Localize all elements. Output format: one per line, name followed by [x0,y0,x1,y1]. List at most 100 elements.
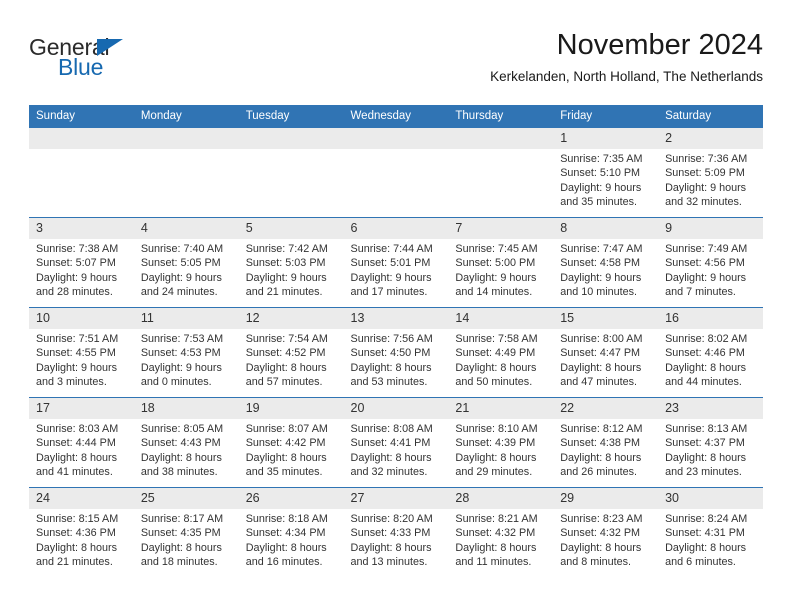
day-sun-info: Sunrise: 7:44 AM Sunset: 5:01 PM Daylight:… [344,239,449,300]
day-daylight1-text: Daylight: 8 hours [245,361,327,374]
weekday-header-monday: Monday [133,105,239,128]
calendar-day-cell[interactable]: 27 Sunrise: 8:20 AM Sunset: 4:33 PM Dayligh… [343,487,449,577]
day-sunset-text: Sunset: 4:39 PM [455,437,536,450]
calendar-day-cell[interactable]: 10 Sunrise: 7:51 AM Sunset: 4:55 PM Dayligh… [29,307,134,398]
calendar-day-cell[interactable]: 11 Sunrise: 7:53 AM Sunset: 4:53 PM Dayligh… [133,307,239,398]
calendar-day-cell[interactable]: 8 Sunrise: 7:47 AM Sunset: 4:58 PM Daylight… [553,217,659,308]
day-sun-info: Sunrise: 8:03 AM Sunset: 4:44 PM Daylight:… [29,419,134,480]
calendar-day-cell[interactable]: 13 Sunrise: 7:56 AM Sunset: 4:50 PM Dayligh… [343,307,449,398]
calendar-day-cell[interactable]: 12 Sunrise: 7:54 AM Sunset: 4:52 PM Dayligh… [238,307,344,398]
calendar-day-cell[interactable]: 28 Sunrise: 8:21 AM Sunset: 4:32 PM Dayligh… [448,487,554,577]
page-title: November 2024 [556,29,763,61]
day-number: 22 [553,398,659,419]
day-daylight1-text: Daylight: 8 hours [665,361,747,374]
day-sunset-text: Sunset: 5:09 PM [665,167,745,180]
day-sunset-text: Sunset: 5:03 PM [245,257,326,270]
day-number: 7 [448,218,554,239]
day-number: 13 [343,308,449,329]
day-sun-info: Sunrise: 7:51 AM Sunset: 4:55 PM Daylight:… [29,329,134,390]
calendar-day-cell[interactable]: 25 Sunrise: 8:17 AM Sunset: 4:35 PM Dayligh… [133,487,239,577]
calendar-day-cell[interactable]: 16 Sunrise: 8:02 AM Sunset: 4:46 PM Dayligh… [658,307,763,398]
day-sunrise-text: Sunrise: 8:18 AM [245,513,328,525]
day-daylight1-text: Daylight: 8 hours [665,451,747,464]
day-sun-info: Sunrise: 7:35 AM Sunset: 5:10 PM Daylight:… [553,149,658,210]
day-daylight2-text: and 8 minutes. [560,556,632,569]
calendar-week-row: 3 Sunrise: 7:38 AM Sunset: 5:07 PM Daylight… [29,217,763,308]
calendar-day-cell-empty [448,128,554,218]
calendar-day-cell[interactable]: 30 Sunrise: 8:24 AM Sunset: 4:31 PM Dayligh… [658,487,763,577]
day-number [29,128,134,149]
calendar-day-cell[interactable]: 20 Sunrise: 8:08 AM Sunset: 4:41 PM Dayligh… [343,397,449,488]
calendar-day-cell[interactable]: 2 Sunrise: 7:36 AM Sunset: 5:09 PM Daylight… [658,128,763,218]
day-daylight1-text: Daylight: 8 hours [560,361,642,374]
day-sunrise-text: Sunrise: 7:40 AM [140,243,224,255]
calendar-day-cell[interactable]: 17 Sunrise: 8:03 AM Sunset: 4:44 PM Dayligh… [29,397,134,488]
sunrise-sunset-calendar: Sunday Monday Tuesday Wednesday Thursday… [29,105,763,577]
day-daylight1-text: Daylight: 8 hours [350,451,432,464]
day-sun-info: Sunrise: 8:24 AM Sunset: 4:31 PM Daylight:… [658,509,763,570]
day-daylight1-text: Daylight: 8 hours [36,451,118,464]
day-daylight2-text: and 13 minutes. [350,556,428,569]
day-daylight2-text: and 3 minutes. [36,376,107,389]
day-sun-info: Sunrise: 8:15 AM Sunset: 4:36 PM Daylight:… [29,509,134,570]
day-sun-info: Sunrise: 8:05 AM Sunset: 4:43 PM Daylight:… [134,419,239,480]
day-number: 19 [238,398,344,419]
day-sun-info: Sunrise: 8:10 AM Sunset: 4:39 PM Daylight:… [448,419,553,480]
day-daylight2-text: and 23 minutes. [665,466,742,479]
day-number [238,128,344,149]
day-number: 15 [553,308,659,329]
calendar-day-cell[interactable]: 29 Sunrise: 8:23 AM Sunset: 4:32 PM Dayligh… [553,487,659,577]
day-daylight2-text: and 6 minutes. [665,556,736,569]
calendar-day-cell[interactable]: 18 Sunrise: 8:05 AM Sunset: 4:43 PM Dayligh… [133,397,239,488]
calendar-day-cell[interactable]: 26 Sunrise: 8:18 AM Sunset: 4:34 PM Dayligh… [238,487,344,577]
calendar-day-cell[interactable]: 3 Sunrise: 7:38 AM Sunset: 5:07 PM Daylight… [29,217,134,308]
day-number: 2 [658,128,763,149]
calendar-day-cell[interactable]: 9 Sunrise: 7:49 AM Sunset: 4:56 PM Daylight… [658,217,763,308]
day-daylight1-text: Daylight: 8 hours [245,541,327,554]
calendar-day-cell[interactable]: 24 Sunrise: 8:15 AM Sunset: 4:36 PM Dayligh… [29,487,134,577]
day-sun-info: Sunrise: 8:20 AM Sunset: 4:33 PM Daylight:… [344,509,449,570]
calendar-day-cell[interactable]: 15 Sunrise: 8:00 AM Sunset: 4:47 PM Dayligh… [553,307,659,398]
day-number: 18 [133,398,239,419]
day-sunset-text: Sunset: 4:38 PM [560,437,641,450]
day-sun-info: Sunrise: 7:47 AM Sunset: 4:58 PM Daylight:… [553,239,658,300]
calendar-day-cell[interactable]: 19 Sunrise: 8:07 AM Sunset: 4:42 PM Dayligh… [238,397,344,488]
day-sunset-text: Sunset: 4:56 PM [665,257,745,270]
day-sunset-text: Sunset: 4:52 PM [245,347,326,360]
day-sunrise-text: Sunrise: 7:53 AM [140,333,224,345]
calendar-day-cell[interactable]: 22 Sunrise: 8:12 AM Sunset: 4:38 PM Dayligh… [553,397,659,488]
day-number [133,128,239,149]
day-sunrise-text: Sunrise: 8:15 AM [36,513,119,525]
day-number: 16 [658,308,763,329]
day-sunrise-text: Sunrise: 7:54 AM [245,333,328,345]
day-sunset-text: Sunset: 4:46 PM [665,347,745,360]
day-number: 27 [343,488,449,509]
day-sunrise-text: Sunrise: 7:38 AM [36,243,119,255]
day-daylight1-text: Daylight: 8 hours [455,451,537,464]
calendar-day-cell[interactable]: 1 Sunrise: 7:35 AM Sunset: 5:10 PM Daylight… [553,128,659,218]
calendar-day-cell[interactable]: 7 Sunrise: 7:45 AM Sunset: 5:00 PM Daylight… [448,217,554,308]
day-number: 9 [658,218,763,239]
day-sunset-text: Sunset: 4:49 PM [455,347,536,360]
day-sun-info: Sunrise: 8:18 AM Sunset: 4:34 PM Daylight:… [239,509,344,570]
day-daylight2-text: and 35 minutes. [245,466,323,479]
day-sunrise-text: Sunrise: 8:13 AM [665,423,748,435]
day-daylight1-text: Daylight: 9 hours [36,271,118,284]
calendar-day-cell[interactable]: 6 Sunrise: 7:44 AM Sunset: 5:01 PM Daylight… [343,217,449,308]
day-sun-info: Sunrise: 7:45 AM Sunset: 5:00 PM Daylight:… [448,239,553,300]
day-sun-info: Sunrise: 7:56 AM Sunset: 4:50 PM Daylight:… [344,329,449,390]
day-sunrise-text: Sunrise: 7:42 AM [245,243,328,255]
day-sunrise-text: Sunrise: 7:47 AM [560,243,643,255]
day-sun-info: Sunrise: 7:49 AM Sunset: 4:56 PM Daylight:… [658,239,763,300]
calendar-day-cell[interactable]: 4 Sunrise: 7:40 AM Sunset: 5:05 PM Daylight… [133,217,239,308]
day-daylight1-text: Daylight: 9 hours [665,181,747,194]
calendar-day-cell[interactable]: 14 Sunrise: 7:58 AM Sunset: 4:49 PM Dayligh… [448,307,554,398]
calendar-day-cell[interactable]: 21 Sunrise: 8:10 AM Sunset: 4:39 PM Dayligh… [448,397,554,488]
day-sun-info: Sunrise: 8:21 AM Sunset: 4:32 PM Daylight:… [448,509,553,570]
calendar-day-cell[interactable]: 5 Sunrise: 7:42 AM Sunset: 5:03 PM Daylight… [238,217,344,308]
day-number: 6 [343,218,449,239]
calendar-day-cell[interactable]: 23 Sunrise: 8:13 AM Sunset: 4:37 PM Dayligh… [658,397,763,488]
day-number: 8 [553,218,659,239]
day-sun-info: Sunrise: 8:07 AM Sunset: 4:42 PM Daylight:… [239,419,344,480]
day-daylight2-text: and 28 minutes. [36,286,113,299]
